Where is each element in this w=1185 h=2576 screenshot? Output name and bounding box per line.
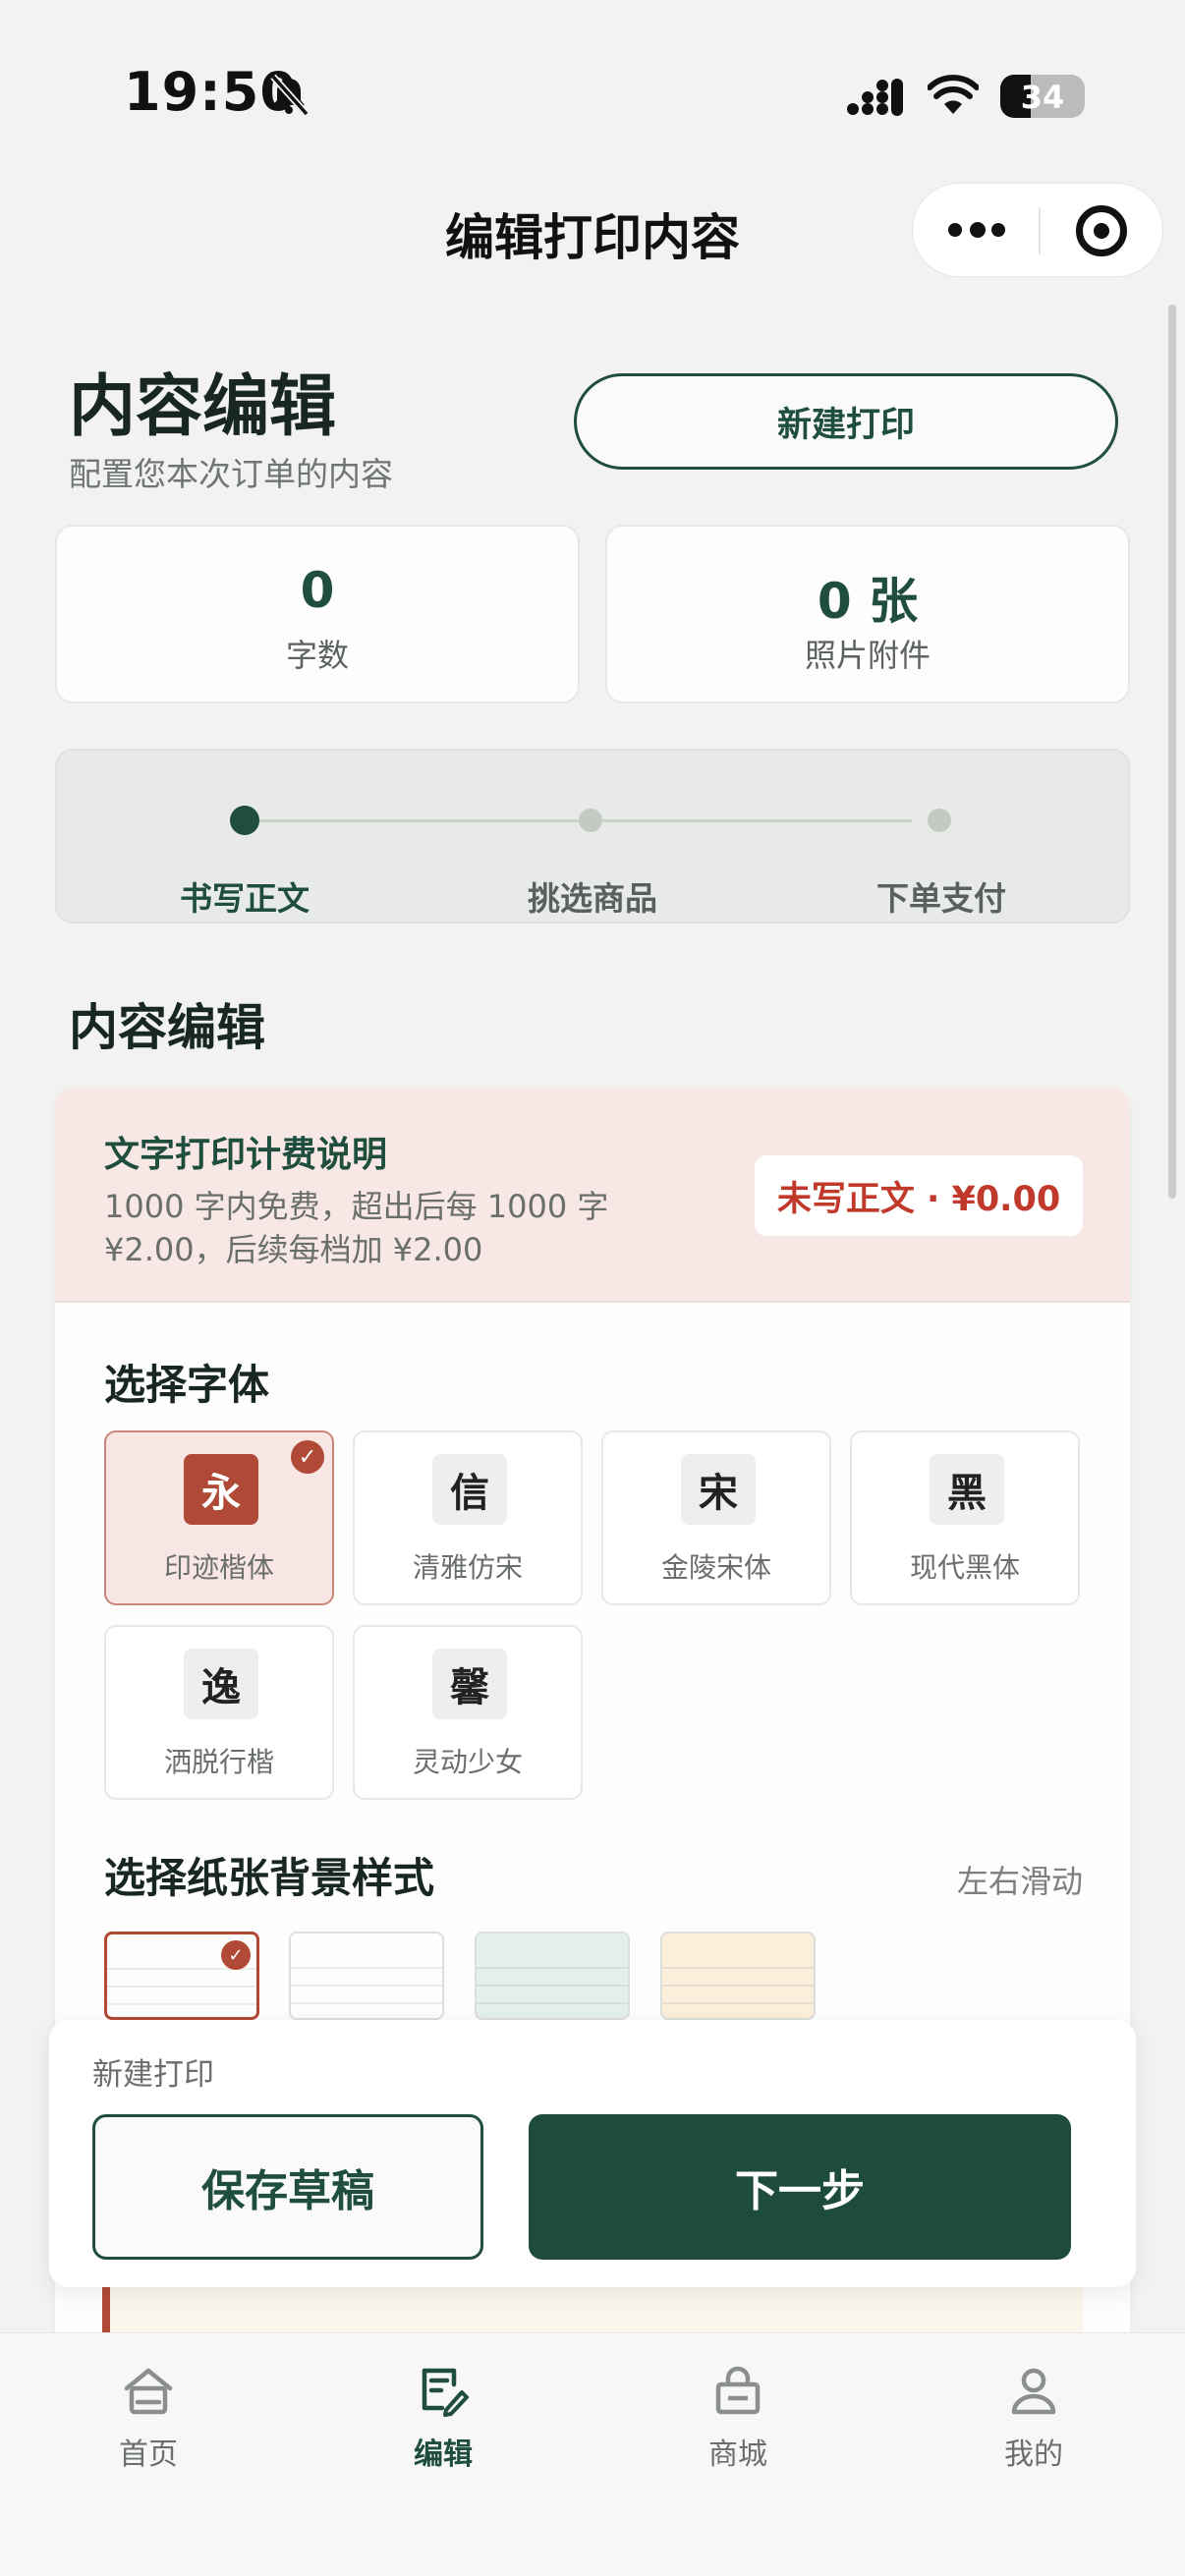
battery-tip	[1073, 87, 1080, 105]
tab-label: 编辑	[414, 2437, 473, 2472]
font-preview-glyph: 馨	[432, 1649, 507, 1719]
new-print-button[interactable]: 新建打印	[574, 373, 1118, 470]
font-preview-glyph: 永	[184, 1454, 258, 1525]
user-icon	[1011, 2368, 1056, 2415]
action-panel: 新建打印 保存草稿 下一步	[49, 2020, 1136, 2287]
font-option-satuo-xingkai[interactable]: 逸 洒脱行楷	[104, 1625, 334, 1800]
fee-description: 1000 字内免费，超出后每 1000 字 ¥2.00，后续每档加 ¥2.00	[104, 1188, 609, 1268]
paper-style-grid-white[interactable]	[289, 1932, 444, 2020]
word-count-card: 0 字数	[55, 525, 580, 703]
tab-label: 首页	[119, 2437, 178, 2472]
cellular-signal-icon	[847, 79, 903, 116]
font-option-qingya-fangsong[interactable]: 信 清雅仿宋	[353, 1430, 583, 1605]
next-step-button[interactable]: 下一步	[529, 2114, 1071, 2260]
action-panel-label: 新建打印	[92, 2057, 214, 2093]
photo-count-value: 0 张	[817, 573, 919, 630]
miniprogram-capsule	[912, 183, 1163, 277]
bell-muted-icon	[270, 74, 310, 117]
tab-edit[interactable]: 编辑	[355, 2363, 532, 2473]
page-title: 内容编辑	[69, 368, 337, 446]
tab-label: 我的	[1004, 2437, 1063, 2472]
font-name: 清雅仿宋	[412, 1551, 523, 1584]
font-name: 现代黑体	[909, 1551, 1020, 1584]
tab-profile[interactable]: 我的	[945, 2363, 1122, 2473]
paper-style-cream[interactable]	[660, 1932, 816, 2020]
save-draft-button[interactable]: 保存草稿	[92, 2114, 483, 2260]
tab-label: 商城	[708, 2437, 767, 2472]
home-icon	[124, 2368, 173, 2415]
font-preview-glyph: 逸	[184, 1649, 258, 1719]
paper-style-lined-white[interactable]: ✓	[104, 1932, 259, 2020]
tab-home[interactable]: 首页	[60, 2363, 237, 2473]
font-name: 洒脱行楷	[163, 1746, 274, 1778]
check-icon: ✓	[291, 1440, 324, 1474]
close-miniprogram-icon[interactable]	[1076, 205, 1127, 256]
paper-style-mint[interactable]	[475, 1932, 630, 2020]
font-name: 金陵宋体	[660, 1551, 771, 1584]
scrollbar[interactable]	[1168, 305, 1176, 1199]
capsule-divider	[1039, 207, 1041, 254]
tab-shop[interactable]: 商城	[649, 2363, 826, 2473]
background-section-title: 选择纸张背景样式	[104, 1854, 435, 1902]
more-icon[interactable]	[948, 221, 1005, 241]
step-dot-write	[230, 806, 259, 835]
edit-icon	[422, 2368, 469, 2417]
font-section-title: 选择字体	[104, 1361, 270, 1409]
tab-bar: 首页 编辑 商城 我的	[0, 2332, 1185, 2576]
step-label-write: 书写正文	[180, 879, 310, 918]
font-option-modern-hei[interactable]: 黑 现代黑体	[850, 1430, 1080, 1605]
font-name: 灵动少女	[412, 1746, 523, 1778]
word-count-value: 0	[300, 562, 335, 619]
step-dot-select	[579, 809, 602, 832]
progress-steps: 书写正文 挑选商品 下单支付	[55, 749, 1130, 924]
step-dot-pay	[928, 809, 951, 832]
font-preview-glyph: 黑	[930, 1454, 1004, 1525]
photo-count-card: 0 张 照片附件	[605, 525, 1130, 703]
font-option-yinji-kai[interactable]: 永 印迹楷体 ✓	[104, 1430, 334, 1605]
word-count-label: 字数	[285, 637, 349, 674]
font-option-lingdong-shaonv[interactable]: 馨 灵动少女	[353, 1625, 583, 1800]
step-connector	[244, 819, 912, 822]
wifi-icon	[928, 75, 979, 114]
check-icon: ✓	[221, 1940, 251, 1970]
fee-notice: 文字打印计费说明 1000 字内免费，超出后每 1000 字 ¥2.00，后续每…	[55, 1087, 1130, 1303]
photo-count-label: 照片附件	[804, 637, 931, 674]
font-name: 印迹楷体	[163, 1551, 274, 1584]
fee-title: 文字打印计费说明	[104, 1135, 388, 1175]
price-badge: 未写正文 · ¥0.00	[755, 1155, 1083, 1236]
swipe-hint: 左右滑动	[956, 1863, 1083, 1900]
step-label-pay: 下单支付	[876, 879, 1006, 918]
section-title: 内容编辑	[69, 999, 265, 1056]
font-option-jinling-song[interactable]: 宋 金陵宋体	[601, 1430, 831, 1605]
font-preview-glyph: 宋	[681, 1454, 756, 1525]
font-preview-glyph: 信	[432, 1454, 507, 1525]
shop-bag-icon	[715, 2366, 761, 2415]
step-label-select: 挑选商品	[528, 879, 657, 918]
page-subtitle: 配置您本次订单的内容	[69, 455, 393, 493]
